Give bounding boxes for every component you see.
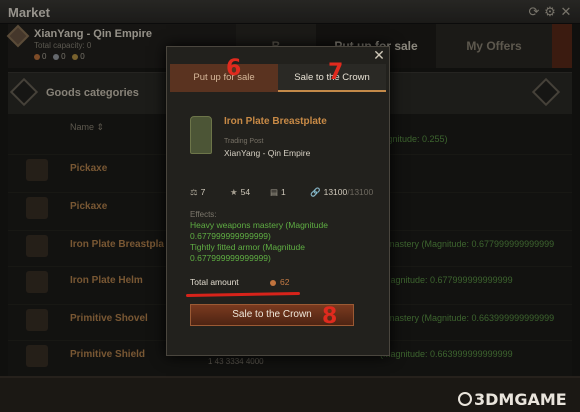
- total-amount-value: 62: [270, 277, 289, 287]
- effects-heading: Effects:: [190, 210, 217, 219]
- durability-icon: 🔗: [310, 187, 321, 197]
- item-title: Iron Plate Breastplate: [224, 116, 327, 127]
- annotation-number: 8: [322, 304, 338, 329]
- copper-coin-icon: [270, 279, 276, 286]
- total-amount-label: Total amount: [190, 277, 239, 287]
- close-icon[interactable]: ✕: [372, 48, 386, 62]
- item-source: Trading Post: [224, 138, 264, 145]
- star-icon: ★: [230, 187, 238, 197]
- annotation-number: 6: [226, 56, 242, 81]
- stat-weight: ⚖ 7: [190, 187, 206, 197]
- watermark-logo-icon: [458, 392, 472, 406]
- effect-line: Heavy weapons mastery (Magnitude 0.67799…: [190, 220, 328, 241]
- watermark: 3DMGAME: [474, 390, 567, 409]
- stat-quality: ★ 54: [230, 187, 251, 197]
- tab-put-up-for-sale[interactable]: Put up for sale: [170, 64, 278, 92]
- stat-quantity: ▤ 1: [270, 187, 286, 197]
- weight-icon: ⚖: [190, 187, 198, 197]
- breastplate-icon: [190, 116, 212, 154]
- effect-line: Tightly fitted armor (Magnitude 0.677999…: [190, 242, 305, 263]
- stat-durability: 🔗 13100/13100: [310, 187, 374, 197]
- annotation-number: 7: [328, 60, 344, 85]
- stack-icon: ▤: [270, 187, 279, 197]
- item-location: XianYang - Qin Empire: [224, 148, 311, 158]
